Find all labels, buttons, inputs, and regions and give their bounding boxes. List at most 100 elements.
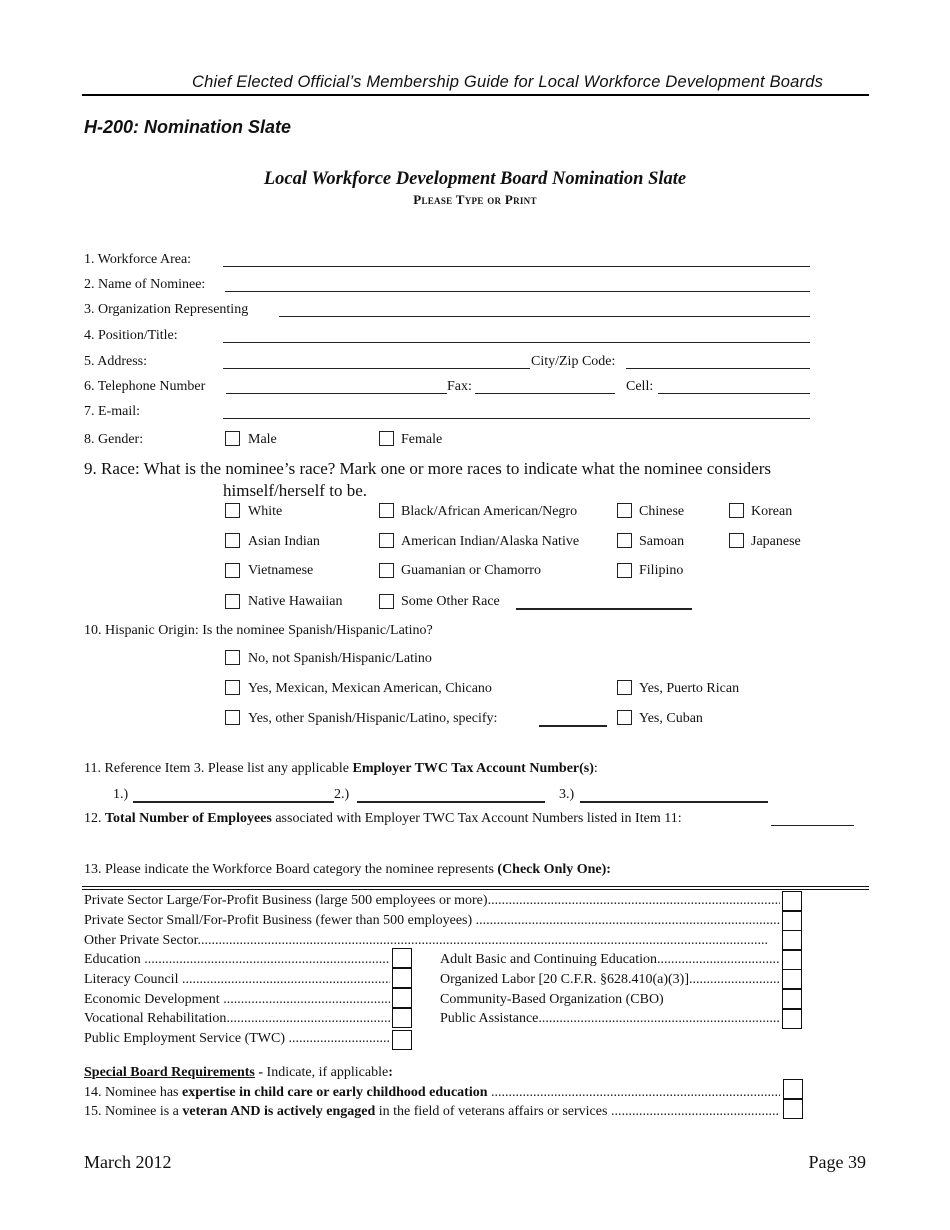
item12-prefix: 12.: [84, 811, 105, 826]
category-economic-development-checkbox[interactable]: [392, 988, 412, 1008]
workforce-area-input[interactable]: [223, 266, 810, 267]
category-row: Education ..............................…: [84, 952, 390, 968]
category-small-business-checkbox[interactable]: [782, 911, 802, 931]
veteran-checkbox[interactable]: [783, 1099, 803, 1119]
address-input[interactable]: [223, 368, 530, 369]
hispanic-option-label: Yes, Mexican, Mexican American, Chicano: [248, 681, 492, 696]
organization-input[interactable]: [279, 316, 810, 317]
city-zip-input[interactable]: [626, 368, 810, 369]
leader-dots: ........................................…: [223, 992, 390, 1007]
race-option-label: American Indian/Alaska Native: [401, 534, 580, 549]
race-japanese-checkbox[interactable]: [729, 533, 744, 548]
special-item-suffix: in the field of veterans affairs or serv…: [375, 1104, 611, 1119]
category-adult-basic-ed-checkbox[interactable]: [782, 950, 802, 970]
special-item-14: 14. Nominee has expertise in child care …: [84, 1085, 780, 1101]
race-asian-indian-checkbox[interactable]: [225, 533, 240, 548]
twc-account-input-2[interactable]: [357, 801, 545, 803]
special-heading-suffix: Indicate, if applicable: [266, 1065, 389, 1080]
total-employees-input[interactable]: [771, 825, 854, 826]
field-label-workforce-area: 1. Workforce Area:: [84, 252, 192, 267]
category-large-business-checkbox[interactable]: [782, 891, 802, 911]
telephone-input[interactable]: [226, 393, 447, 394]
gender-female-label: Female: [401, 432, 443, 447]
race-filipino-checkbox[interactable]: [617, 563, 632, 578]
hispanic-no-checkbox[interactable]: [225, 650, 240, 665]
hispanic-specify-input[interactable]: [539, 725, 607, 727]
category-label: Adult Basic and Continuing Education: [440, 952, 657, 967]
race-chinese-checkbox[interactable]: [617, 503, 632, 518]
race-other-checkbox[interactable]: [379, 594, 394, 609]
item13-text: 13. Please indicate the Workforce Board …: [84, 862, 611, 878]
special-heading-dash: -: [254, 1065, 267, 1080]
cell-input[interactable]: [658, 393, 810, 394]
race-vietnamese-checkbox[interactable]: [225, 563, 240, 578]
leader-dots: ........................................…: [487, 893, 780, 908]
hispanic-puerto-rican-checkbox[interactable]: [617, 680, 632, 695]
race-guamanian-checkbox[interactable]: [379, 563, 394, 578]
race-option-label: Guamanian or Chamorro: [401, 563, 541, 578]
leader-dots: ........................................…: [475, 913, 780, 928]
hispanic-other-checkbox[interactable]: [225, 710, 240, 725]
leader-dots: ........................................…: [610, 1104, 780, 1119]
field-label-position-title: 4. Position/Title:: [84, 328, 178, 343]
special-item-bold: expertise in child care or early childho…: [181, 1085, 488, 1100]
category-cbo-label: Community-Based Organization (CBO): [440, 992, 664, 1007]
category-label: Literacy Council: [84, 972, 179, 987]
field-label-address: 5. Address:: [84, 354, 147, 369]
race-option-label: Chinese: [639, 504, 685, 519]
twc-account-input-3[interactable]: [580, 801, 768, 803]
item11-text: 11. Reference Item 3. Please list any ap…: [84, 761, 598, 777]
category-cbo-checkbox[interactable]: [782, 989, 802, 1009]
special-item-prefix: 15. Nominee is a: [84, 1104, 183, 1119]
twc-account-input-1[interactable]: [133, 801, 334, 803]
leader-dots: ........................................…: [656, 952, 780, 967]
item11-suffix: :: [593, 761, 598, 776]
position-title-input[interactable]: [223, 342, 810, 343]
category-row: Private Sector Small/For-Profit Business…: [84, 913, 780, 929]
field-label-organization: 3. Organization Representing: [84, 302, 249, 317]
fax-input[interactable]: [475, 393, 615, 394]
race-korean-checkbox[interactable]: [729, 503, 744, 518]
item13-bold: (Check Only One):: [497, 862, 611, 877]
category-literacy-council-checkbox[interactable]: [392, 968, 412, 988]
race-other-input[interactable]: [516, 608, 692, 610]
section-title: H-200: Nomination Slate: [84, 117, 292, 137]
special-heading-text: Special Board Requirements: [84, 1065, 255, 1080]
footer-date: March 2012: [84, 1152, 172, 1172]
category-label: Private Sector Large/For-Profit Business…: [84, 893, 488, 908]
race-native-hawaiian-checkbox[interactable]: [225, 594, 240, 609]
race-option-label: Asian Indian: [248, 534, 320, 549]
item12-text: 12. Total Number of Employees associated…: [84, 811, 682, 827]
race-white-checkbox[interactable]: [225, 503, 240, 518]
race-option-label: Some Other Race: [401, 594, 500, 609]
race-option-label: Native Hawaiian: [248, 594, 343, 609]
category-other-private-checkbox[interactable]: [782, 930, 802, 950]
race-american-indian-checkbox[interactable]: [379, 533, 394, 548]
category-row: Literacy Council .......................…: [84, 972, 390, 988]
nominee-name-input[interactable]: [225, 291, 810, 292]
category-education-checkbox[interactable]: [392, 948, 412, 968]
hispanic-option-label: Yes, Cuban: [639, 711, 703, 726]
category-label: Education: [84, 952, 141, 967]
race-option-label: Korean: [751, 504, 793, 519]
hispanic-mexican-checkbox[interactable]: [225, 680, 240, 695]
race-black-checkbox[interactable]: [379, 503, 394, 518]
gender-label: 8. Gender:: [84, 432, 144, 447]
gender-female-checkbox[interactable]: [379, 431, 394, 446]
special-requirements-heading: Special Board Requirements - Indicate, i…: [84, 1065, 393, 1081]
leader-dots: ........................................…: [538, 1011, 780, 1026]
email-input[interactable]: [223, 418, 810, 419]
category-public-assistance-checkbox[interactable]: [782, 1009, 802, 1029]
special-heading-colon: :: [388, 1065, 393, 1080]
race-option-label: Japanese: [751, 534, 801, 549]
race-samoan-checkbox[interactable]: [617, 533, 632, 548]
category-vocational-rehab-checkbox[interactable]: [392, 1008, 412, 1028]
gender-male-checkbox[interactable]: [225, 431, 240, 446]
category-label: Other Private Sector: [84, 933, 198, 948]
category-public-employment-checkbox[interactable]: [392, 1030, 412, 1050]
field-label-email: 7. E-mail:: [84, 404, 140, 419]
child-care-expertise-checkbox[interactable]: [783, 1079, 803, 1099]
twc-account-label-2: 2.): [334, 787, 350, 802]
category-organized-labor-checkbox[interactable]: [782, 969, 802, 989]
hispanic-cuban-checkbox[interactable]: [617, 710, 632, 725]
